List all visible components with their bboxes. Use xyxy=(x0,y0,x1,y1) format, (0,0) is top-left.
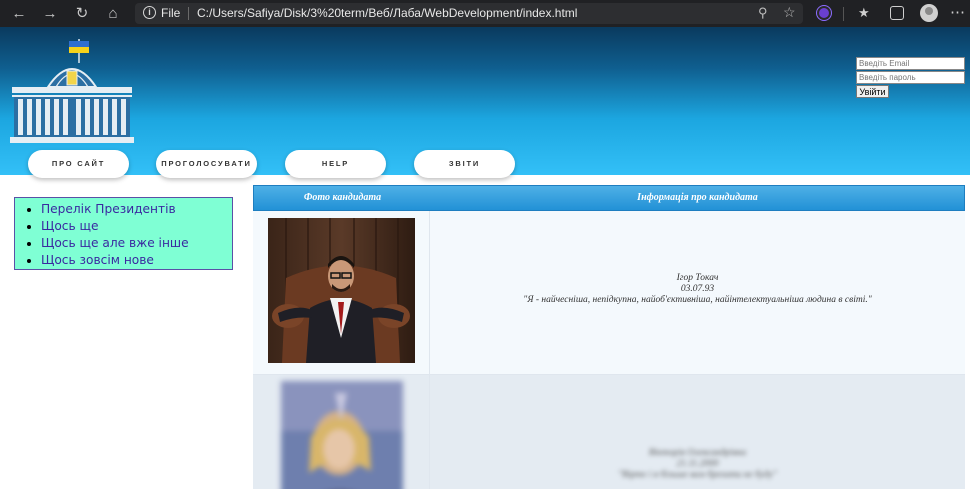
extension-icon[interactable] xyxy=(817,6,831,20)
candidate-quote: "Я - найчесніша, непідкупна, найоб'єктив… xyxy=(523,295,872,305)
candidate-photo-blurred xyxy=(281,381,403,489)
password-field[interactable] xyxy=(856,71,965,84)
info-cell: Ігор Токач 03.07.93 "Я - найчесніша, неп… xyxy=(430,211,965,374)
photo-cell xyxy=(253,211,430,374)
menu-vote-button[interactable]: ПРОГОЛОСУВАТИ xyxy=(156,150,257,178)
table-row: Вікторія Олександрівна 21.11.2000 "Вірте… xyxy=(253,375,965,489)
zoom-icon[interactable]: ⚲ xyxy=(758,5,768,21)
parliament-logo xyxy=(10,39,134,143)
candidate-name: Ігор Токач xyxy=(676,273,719,283)
info-icon[interactable]: i xyxy=(143,6,156,19)
login-form: Увійти xyxy=(856,57,966,98)
home-icon[interactable]: ⌂ xyxy=(103,4,123,24)
candidate-birthdate: 03.07.93 xyxy=(680,284,715,294)
menu-reports-button[interactable]: ЗВІТИ xyxy=(414,150,515,178)
back-icon[interactable]: ← xyxy=(9,4,29,24)
favorite-star-icon[interactable]: ☆ xyxy=(783,4,796,21)
favorites-icon[interactable]: ★ xyxy=(858,6,872,20)
reload-icon[interactable]: ↻ xyxy=(72,4,92,24)
toolbar-divider xyxy=(843,7,844,21)
sidebar-item-something-new[interactable]: Щось зовсім нове xyxy=(41,252,232,269)
forward-icon[interactable]: → xyxy=(40,4,60,24)
table-header: Фото кандидата Інформація про кандидата xyxy=(253,185,965,211)
sidebar-item-presidents[interactable]: Перелік Президентів xyxy=(41,201,232,218)
column-header-photo: Фото кандидата xyxy=(303,192,382,203)
site-header: Увійти ПРО САЙТ ПРОГОЛОСУВАТИ HELP ЗВІТИ xyxy=(0,27,970,178)
menu-about-button[interactable]: ПРО САЙТ xyxy=(28,150,129,178)
table-row: Ігор Токач 03.07.93 "Я - найчесніша, неп… xyxy=(253,211,965,375)
more-menu-icon[interactable]: ⋯ xyxy=(950,3,965,21)
info-cell: Вікторія Олександрівна 21.11.2000 "Вірте… xyxy=(430,375,965,489)
candidate-name: Вікторія Олександрівна xyxy=(648,448,747,458)
profile-avatar[interactable] xyxy=(920,4,938,22)
sidebar-item-something[interactable]: Щось ще xyxy=(41,218,232,235)
collections-icon[interactable] xyxy=(890,6,904,20)
candidates-table: Фото кандидата Інформація про кандидата xyxy=(253,185,965,489)
candidate-quote: "Вірте і я більше вам брехати не буду" xyxy=(618,470,777,480)
login-button[interactable]: Увійти xyxy=(856,85,889,98)
email-field[interactable] xyxy=(856,57,965,70)
column-header-info: Інформація про кандидата xyxy=(637,192,758,203)
file-label: File xyxy=(161,6,181,20)
url-text[interactable]: C:/Users/Safiya/Disk/3%20term/Веб/Лаба/W… xyxy=(197,6,577,20)
photo-cell xyxy=(253,375,430,489)
candidate-photo xyxy=(268,218,415,363)
sidebar-menu: Перелік Президентів Щось ще Щось ще але … xyxy=(14,197,233,270)
sidebar-item-something-else[interactable]: Щось ще але вже інше xyxy=(41,235,232,252)
address-divider xyxy=(188,7,189,20)
candidate-birthdate: 21.11.2000 xyxy=(676,459,719,469)
browser-toolbar: ← → ↻ ⌂ i File C:/Users/Safiya/Disk/3%20… xyxy=(0,0,970,27)
address-bar[interactable]: i File C:/Users/Safiya/Disk/3%20term/Веб… xyxy=(135,3,803,24)
menu-help-button[interactable]: HELP xyxy=(285,150,386,178)
